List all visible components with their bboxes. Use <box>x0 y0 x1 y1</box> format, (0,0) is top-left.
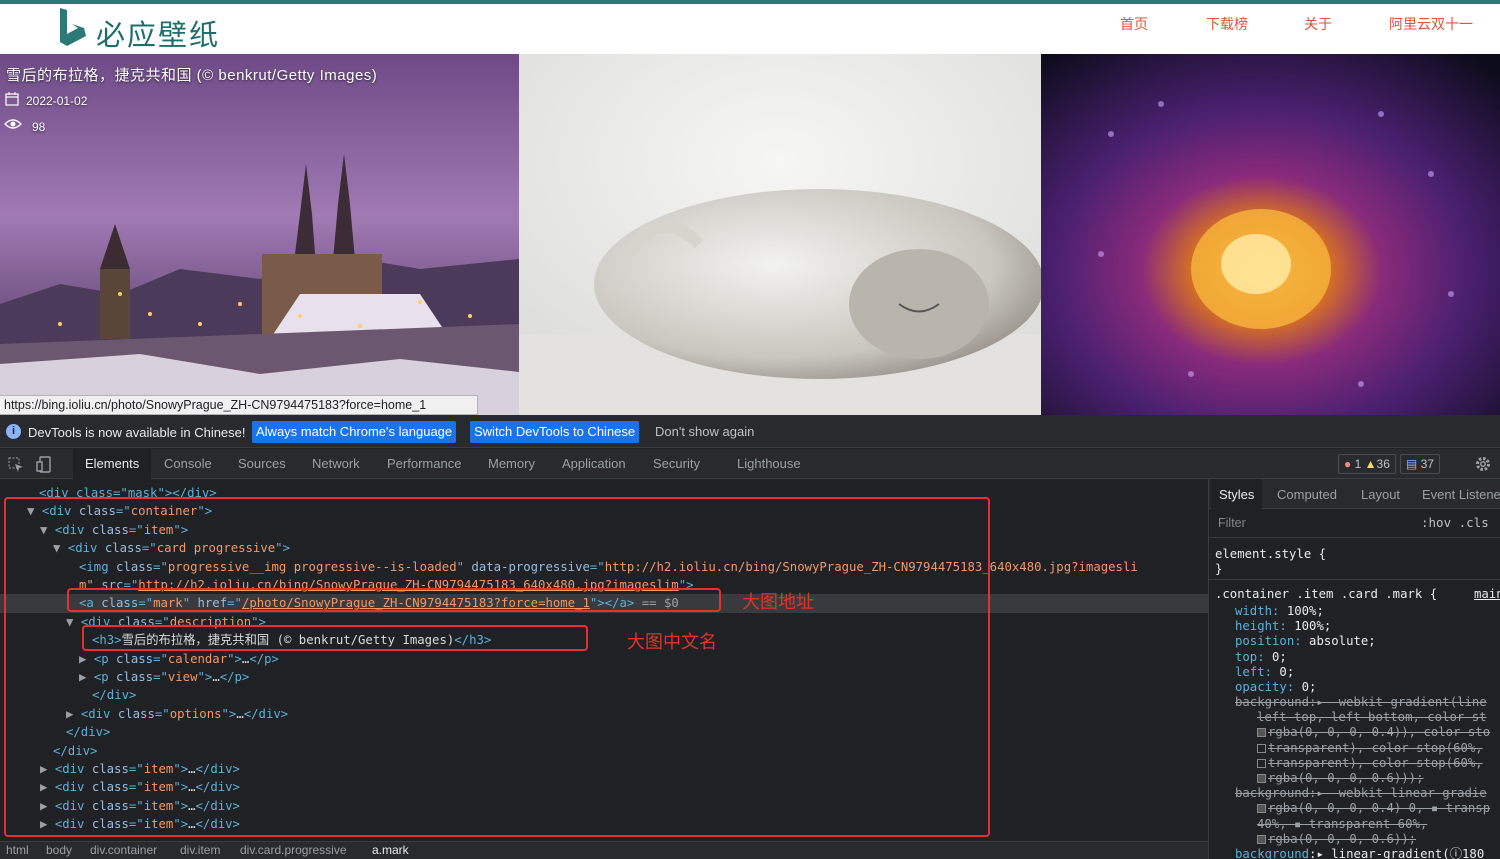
tab-performance[interactable]: Performance <box>387 449 461 479</box>
crumb-div-container[interactable]: div.container <box>90 843 157 857</box>
card-view-count: 98 <box>32 120 46 134</box>
annotation-box-href <box>67 588 721 612</box>
crowd-burst-photo <box>1041 54 1500 415</box>
css-overridden-line: rgba(0, 0, 0, 0.6))); <box>1257 771 1423 786</box>
annotation-box-h3 <box>82 625 588 651</box>
css-overridden-line: transparent), color-stop(60%, <box>1257 741 1483 756</box>
rule-source-link[interactable]: main <box>1474 587 1500 602</box>
element-style-close: } <box>1215 562 1223 576</box>
tab-layout[interactable]: Layout <box>1361 487 1400 502</box>
infobar-message: DevTools is now available in Chinese! <box>28 425 246 440</box>
css-overridden-line: 40%, ▪ transparent 60%, <box>1257 816 1428 831</box>
card-date: 2022-01-02 <box>26 94 88 108</box>
prague-photo <box>0 54 519 415</box>
css-overridden-line: transparent), color-stop(60%, <box>1257 756 1483 771</box>
devtools-panel: i DevTools is now available in Chinese! … <box>0 415 1500 859</box>
css-prop-left[interactable]: left: 0; <box>1235 665 1294 680</box>
wallpaper-card-prague[interactable]: 雪后的布拉格，捷克共和国 (© benkrut/Getty Images) 20… <box>0 54 519 415</box>
styles-filter-input[interactable]: Filter :hov .cls <box>1209 510 1500 538</box>
color-swatch-icon[interactable] <box>1257 774 1266 783</box>
rule-selector[interactable]: .container .item .card .mark { <box>1215 587 1437 602</box>
css-prop-opacity[interactable]: opacity: 0; <box>1235 680 1316 695</box>
wallpaper-gallery: 雪后的布拉格，捷克共和国 (© benkrut/Getty Images) 20… <box>0 54 1500 415</box>
styles-pane: Styles Computed Layout Event Listene Fil… <box>1208 479 1500 859</box>
color-swatch-icon[interactable] <box>1257 728 1266 738</box>
card-title: 雪后的布拉格，捷克共和国 (© benkrut/Getty Images) <box>6 67 378 84</box>
warning-icon: ▲ <box>1364 457 1377 471</box>
annotation-big-image-url: 大图地址 <box>742 592 814 613</box>
site-header: 必应壁纸 首页 下载榜 关于 阿里云双十一 <box>0 0 1500 54</box>
tab-memory[interactable]: Memory <box>488 449 535 479</box>
seal-photo <box>519 54 1041 415</box>
always-match-language-button[interactable]: Always match Chrome's language <box>252 421 457 443</box>
status-bar-url: https://bing.ioliu.cn/photo/SnowyPrague_… <box>0 395 478 415</box>
tab-console[interactable]: Console <box>164 449 212 479</box>
wallpaper-card-firework[interactable] <box>1041 54 1500 415</box>
nav-home[interactable]: 首页 <box>1120 14 1148 34</box>
crumb-div-item[interactable]: div.item <box>180 843 220 857</box>
css-background-active[interactable]: background:▸ linear-gradient(ⓘ180 <box>1235 847 1484 859</box>
devtools-tabbar: Elements Console Sources Network Perform… <box>0 449 1500 479</box>
page: { "site": { "logo_text": "必应壁纸", "nav": … <box>0 0 1500 859</box>
styles-tabbar: Styles Computed Layout Event Listene <box>1209 479 1500 509</box>
info-icon: i <box>6 424 21 439</box>
css-prop-position[interactable]: position: absolute; <box>1235 634 1376 649</box>
hov-cls-toggles[interactable]: :hov .cls <box>1421 515 1489 530</box>
css-overridden-line: left top, left bottom, color-st <box>1257 710 1487 725</box>
dom-breadcrumb: html body div.container div.item div.car… <box>0 841 1208 859</box>
tab-styles[interactable]: Styles <box>1211 479 1263 509</box>
message-icon: ▤ <box>1405 457 1418 471</box>
crumb-html[interactable]: html <box>6 843 29 857</box>
switch-to-chinese-button[interactable]: Switch DevTools to Chinese <box>470 421 640 443</box>
crumb-body[interactable]: body <box>46 843 72 857</box>
css-overridden-line: rgba(0, 0, 0, 0.4) 0, ▪ transp <box>1257 801 1490 816</box>
annotation-box-container <box>4 497 990 837</box>
css-prop-width[interactable]: width: 100%; <box>1235 604 1324 619</box>
color-swatch-icon[interactable] <box>1257 758 1266 768</box>
device-toolbar-icon[interactable] <box>36 456 52 473</box>
tab-sources[interactable]: Sources <box>238 449 286 479</box>
css-overridden-line: background:▸ -webkit-linear-gradie <box>1235 786 1487 801</box>
dont-show-again-button[interactable]: Don't show again <box>651 421 758 443</box>
elements-dom-tree: <div class="mask"></div> ▼ <div class="c… <box>0 479 1208 841</box>
color-swatch-icon[interactable] <box>1257 834 1266 844</box>
wallpaper-card-seal[interactable] <box>519 54 1041 415</box>
filter-placeholder: Filter <box>1218 516 1246 530</box>
tab-lighthouse[interactable]: Lighthouse <box>737 449 801 479</box>
tab-elements[interactable]: Elements <box>73 449 152 479</box>
calendar-icon <box>5 92 19 106</box>
message-count[interactable]: ▤ 37 <box>1399 454 1440 474</box>
inspect-element-icon[interactable] <box>8 457 24 473</box>
tab-computed[interactable]: Computed <box>1277 487 1337 502</box>
color-swatch-icon[interactable] <box>1257 743 1266 753</box>
nav-download-rank[interactable]: 下载榜 <box>1206 14 1248 34</box>
tab-application[interactable]: Application <box>562 449 626 479</box>
issue-counters[interactable]: ● 1 ▲36 ▤ 37 <box>1338 454 1440 474</box>
tab-security[interactable]: Security <box>653 449 700 479</box>
rule-divider <box>1209 579 1500 580</box>
css-overridden-line: background:▸ -webkit-gradient(line <box>1235 695 1487 709</box>
annotation-big-image-name: 大图中文名 <box>627 632 717 653</box>
tab-network[interactable]: Network <box>312 449 360 479</box>
error-icon: ● <box>1344 457 1352 471</box>
tab-event-listeners[interactable]: Event Listene <box>1422 487 1500 502</box>
nav-about[interactable]: 关于 <box>1304 14 1332 34</box>
site-logo-text[interactable]: 必应壁纸 <box>96 12 220 54</box>
nav-aliyun-promo[interactable]: 阿里云双十一 <box>1389 14 1473 34</box>
crumb-div-card[interactable]: div.card.progressive <box>240 843 347 857</box>
crumb-a-mark[interactable]: a.mark <box>372 843 409 857</box>
error-count[interactable]: ● 1 ▲36 <box>1338 454 1396 474</box>
css-overridden-line: rgba(0, 0, 0, 0.4)), color-sto <box>1257 725 1490 740</box>
devtools-infobar: i DevTools is now available in Chinese! … <box>0 415 1500 448</box>
css-overridden-line: rgba(0, 0, 0, 0.6)); <box>1257 832 1416 847</box>
css-prop-top[interactable]: top: 0; <box>1235 650 1287 665</box>
css-prop-height[interactable]: height: 100%; <box>1235 619 1331 634</box>
eye-icon <box>4 119 22 129</box>
bing-logo-icon[interactable] <box>58 6 90 46</box>
element-style-selector[interactable]: element.style { <box>1215 547 1326 562</box>
settings-gear-icon[interactable] <box>1474 455 1492 473</box>
color-swatch-icon[interactable] <box>1257 804 1266 814</box>
